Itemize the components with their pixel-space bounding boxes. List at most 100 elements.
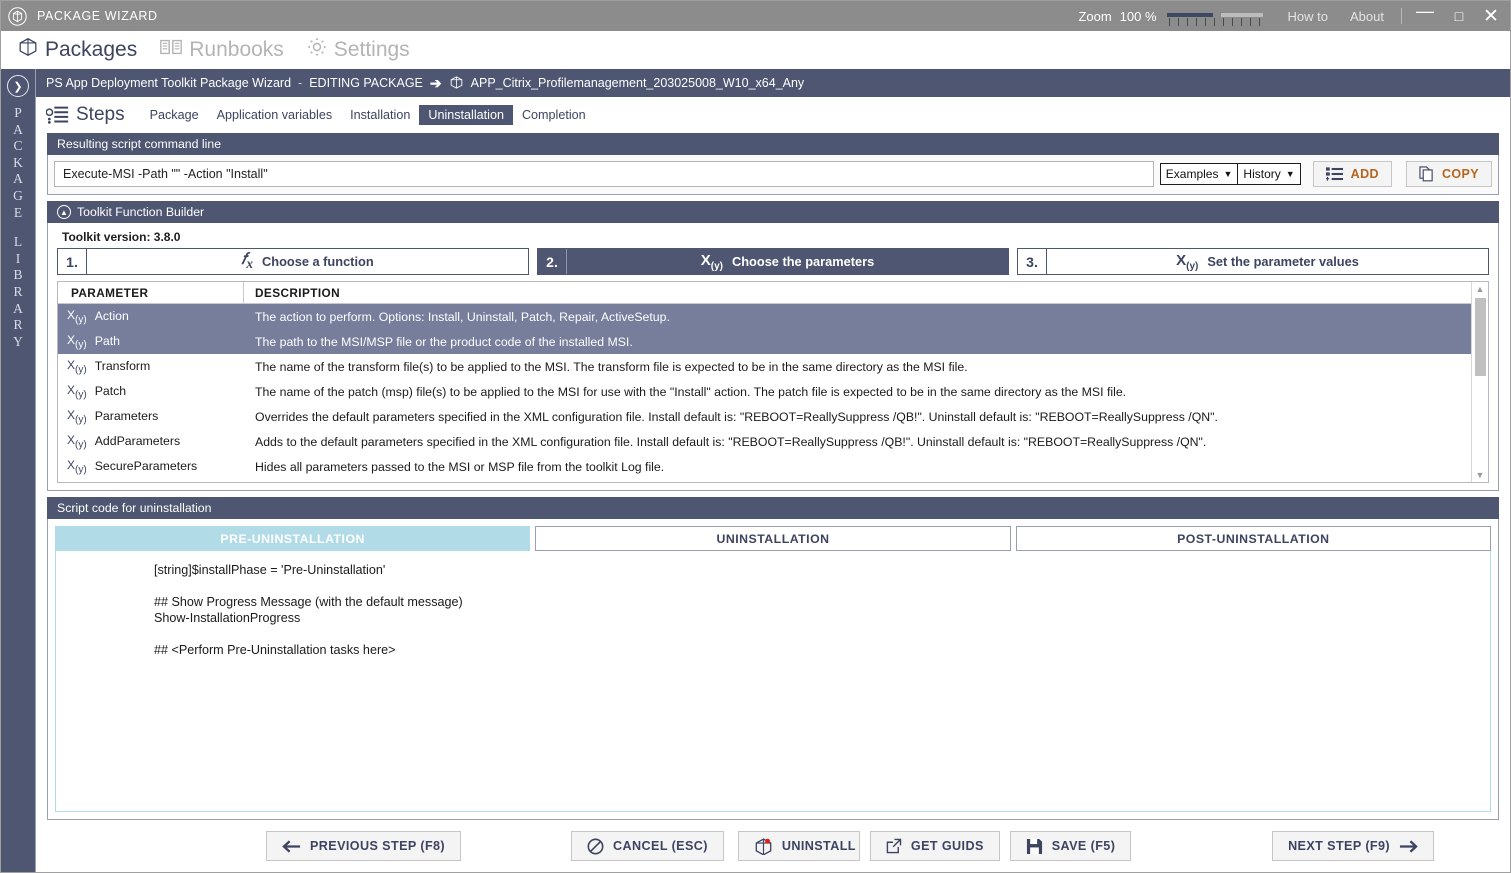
parameter-table-body: PARAMETER DESCRIPTION X(y)Action The act… bbox=[58, 282, 1471, 482]
xy-icon: X(y) bbox=[67, 408, 87, 425]
zoom-slider-empty-track bbox=[1221, 13, 1263, 17]
arrow-left-icon bbox=[282, 840, 301, 853]
next-step-button[interactable]: NEXT STEP (F9) bbox=[1272, 831, 1434, 861]
table-row[interactable]: X(y)Path The path to the MSI/MSP file or… bbox=[58, 329, 1471, 354]
close-icon[interactable]: ✕ bbox=[1476, 1, 1510, 31]
app-title: PACKAGE WIZARD bbox=[37, 9, 158, 23]
tab-completion[interactable]: Completion bbox=[513, 105, 595, 125]
table-scrollbar[interactable]: ▲ ▼ bbox=[1471, 282, 1488, 482]
tab-pre-uninstallation[interactable]: PRE-UNINSTALLATION bbox=[55, 526, 530, 551]
tab-post-uninstallation[interactable]: POST-UNINSTALLATION bbox=[1016, 526, 1491, 551]
uninstall-label: UNINSTALL bbox=[782, 839, 856, 853]
builder-step-1-label: Choose a function bbox=[262, 254, 374, 269]
menu-item-packages[interactable]: Packages bbox=[9, 36, 145, 63]
chevron-down-icon: ▼ bbox=[1286, 169, 1295, 179]
no-entry-icon bbox=[587, 838, 604, 855]
builder-step-3[interactable]: 3. X(y) Set the parameter values bbox=[1017, 248, 1489, 275]
tab-package[interactable]: Package bbox=[141, 105, 208, 125]
about-link[interactable]: About bbox=[1339, 9, 1395, 24]
rail-line-1: P bbox=[14, 105, 22, 122]
package-cube-red-dot-icon bbox=[754, 837, 773, 855]
table-row[interactable]: X(y)Parameters Overrides the default par… bbox=[58, 404, 1471, 429]
uninstall-button[interactable]: UNINSTALL bbox=[738, 831, 860, 861]
table-row[interactable]: X(y)AddParameters Adds to the default pa… bbox=[58, 429, 1471, 454]
steps-list-icon bbox=[46, 105, 70, 125]
builder-step-3-label: Set the parameter values bbox=[1207, 254, 1359, 269]
parameter-name: SecureParameters bbox=[95, 459, 198, 473]
previous-step-label: PREVIOUS STEP (F8) bbox=[310, 839, 445, 853]
table-row[interactable]: X(y)Patch The name of the patch (msp) fi… bbox=[58, 379, 1471, 404]
cancel-button[interactable]: CANCEL (ESC) bbox=[571, 831, 724, 861]
triangle-up-icon[interactable]: ▲ bbox=[1476, 282, 1485, 296]
package-cube-icon bbox=[17, 36, 39, 63]
tab-application-variables[interactable]: Application variables bbox=[208, 105, 342, 125]
package-cube-icon bbox=[449, 75, 464, 91]
tab-uninstallation[interactable]: Uninstallation bbox=[419, 105, 513, 125]
table-row[interactable]: X(y)Transform The name of the transform … bbox=[58, 354, 1471, 379]
menu-item-runbooks[interactable]: Runbooks bbox=[151, 37, 292, 62]
table-row[interactable]: X(y)SecureParameters Hides all parameter… bbox=[58, 454, 1471, 479]
parameter-name: Transform bbox=[95, 359, 151, 373]
package-library-rail[interactable]: ❯ P A C K A G E L I B R A R Y bbox=[1, 69, 35, 872]
body-wrap: ❯ P A C K A G E L I B R A R Y PS App Dep… bbox=[1, 69, 1510, 872]
parameter-name: Action bbox=[95, 309, 129, 323]
builder-step-3-label-wrap: X(y) Set the parameter values bbox=[1047, 249, 1488, 274]
content-area: PS App Deployment Toolkit Package Wizard… bbox=[35, 69, 1510, 872]
examples-dropdown[interactable]: Examples ▼ bbox=[1160, 163, 1239, 185]
xy-icon: X(y) bbox=[67, 308, 87, 325]
command-line-panel-title: Resulting script command line bbox=[47, 133, 1499, 155]
main-menu-bar: Packages Runbooks Settings bbox=[1, 31, 1510, 69]
parameter-name: Parameters bbox=[95, 409, 159, 423]
zoom-slider-ticks bbox=[1169, 18, 1263, 26]
builder-step-1-label-wrap: 𝑓x Choose a function bbox=[87, 249, 528, 274]
column-header-description: DESCRIPTION bbox=[244, 286, 340, 300]
builder-step-1-number: 1. bbox=[58, 249, 87, 274]
builder-step-1[interactable]: 1. 𝑓x Choose a function bbox=[57, 248, 529, 275]
table-rows: X(y) Action The action to perform. Option… bbox=[58, 304, 1471, 482]
xy-icon: X(y) bbox=[1176, 252, 1198, 272]
command-line-input[interactable]: Execute-MSI -Path "" -Action "Install" bbox=[54, 161, 1154, 187]
package-wizard-window: PACKAGE WIZARD Zoom 100 % How to About —… bbox=[0, 0, 1511, 873]
get-guids-label: GET GUIDS bbox=[911, 839, 984, 853]
save-button[interactable]: SAVE (F5) bbox=[1010, 831, 1132, 861]
maximize-icon[interactable]: □ bbox=[1442, 1, 1476, 31]
breadcrumb-app: PS App Deployment Toolkit Package Wizard bbox=[46, 76, 291, 90]
steps-tab-bar: Steps Package Application variables Inst… bbox=[36, 97, 1510, 133]
builder-step-2[interactable]: 2. X(y) Choose the parameters bbox=[537, 248, 1009, 275]
script-code-panel: Script code for uninstallation PRE-UNINS… bbox=[47, 497, 1499, 820]
tab-installation[interactable]: Installation bbox=[341, 105, 419, 125]
gear-icon bbox=[306, 36, 328, 63]
copy-button[interactable]: COPY bbox=[1406, 161, 1492, 187]
function-builder-panel-label: Toolkit Function Builder bbox=[77, 205, 204, 219]
arrow-right-icon bbox=[1399, 840, 1418, 853]
tab-uninstallation-code[interactable]: UNINSTALLATION bbox=[535, 526, 1010, 551]
add-button[interactable]: ADD bbox=[1313, 161, 1392, 187]
triangle-down-icon[interactable]: ▼ bbox=[1476, 468, 1485, 482]
how-to-link[interactable]: How to bbox=[1277, 9, 1339, 24]
history-label: History bbox=[1243, 167, 1280, 181]
menu-item-settings[interactable]: Settings bbox=[298, 36, 418, 63]
menu-label-settings: Settings bbox=[334, 38, 410, 62]
parameter-description: The action to perform. Options: Install,… bbox=[244, 310, 1471, 324]
list-add-icon bbox=[1326, 167, 1343, 181]
code-line bbox=[154, 578, 1490, 594]
table-row[interactable]: X(y)LoggingOptions Overrides the default… bbox=[58, 479, 1471, 482]
minimize-icon[interactable]: — bbox=[1408, 1, 1442, 31]
divider bbox=[1401, 8, 1402, 24]
get-guids-button[interactable]: GET GUIDS bbox=[870, 831, 1000, 861]
history-dropdown[interactable]: History ▼ bbox=[1238, 163, 1300, 185]
builder-step-2-number: 2. bbox=[538, 249, 567, 274]
parameter-description: The name of the patch (msp) file(s) to b… bbox=[244, 385, 1471, 399]
builder-step-3-number: 3. bbox=[1018, 249, 1047, 274]
xy-icon: X(y) bbox=[67, 458, 87, 475]
script-code-panel-label: Script code for uninstallation bbox=[57, 501, 211, 515]
zoom-slider[interactable] bbox=[1167, 5, 1263, 27]
scrollbar-thumb[interactable] bbox=[1475, 298, 1486, 376]
script-code-editor[interactable]: [string]$installPhase = 'Pre-Uninstallat… bbox=[55, 551, 1491, 812]
breadcrumb-package-name: APP_Citrix_Profilemanagement_203025008_W… bbox=[471, 76, 805, 90]
chevron-right-icon[interactable]: ❯ bbox=[7, 75, 29, 97]
table-row[interactable]: X(y) Action The action to perform. Option… bbox=[58, 304, 1471, 329]
cancel-label: CANCEL (ESC) bbox=[613, 839, 708, 853]
chevron-up-circle-icon[interactable]: ▲ bbox=[57, 205, 71, 219]
previous-step-button[interactable]: PREVIOUS STEP (F8) bbox=[266, 831, 461, 861]
